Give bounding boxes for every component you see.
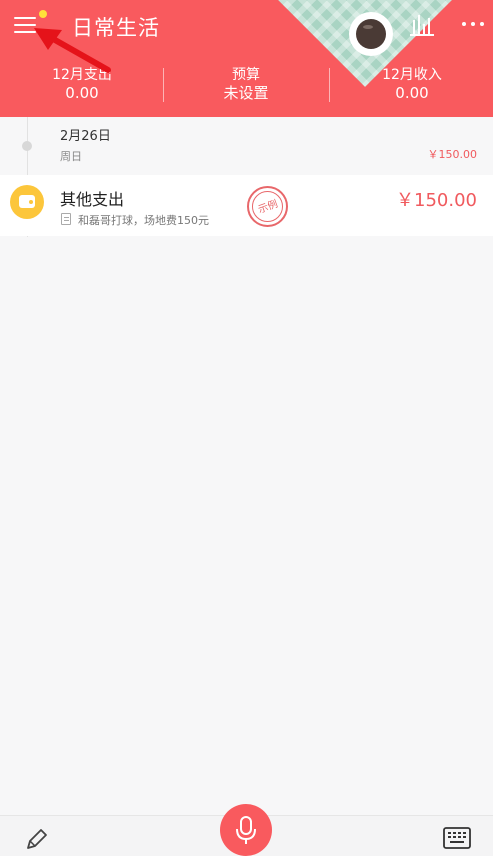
- budget-stat[interactable]: 预算 未设置: [164, 66, 328, 103]
- monthly-expense-value: 0.00: [65, 84, 99, 102]
- monthly-income-label: 12月收入: [382, 67, 442, 83]
- note-icon: [61, 213, 71, 225]
- monthly-income-stat[interactable]: 12月收入 0.00: [330, 66, 493, 103]
- chart-icon[interactable]: [410, 14, 434, 36]
- hamburger-menu-icon[interactable]: [14, 16, 36, 34]
- coffee-cup-fill: [356, 19, 386, 49]
- monthly-income-value: 0.00: [395, 84, 429, 102]
- monthly-expense-label: 12月支出: [52, 67, 112, 83]
- day-group-header: 2月26日 周日 ￥150.00: [0, 117, 493, 173]
- day-total: ￥150.00: [427, 148, 478, 161]
- day-weekday: 周日: [60, 150, 82, 163]
- pencil-icon[interactable]: [24, 826, 50, 852]
- entry-amount: ￥150.00: [396, 190, 477, 211]
- wallet-clasp: [29, 200, 33, 204]
- notification-dot: [39, 10, 47, 18]
- list-item[interactable]: 其他支出 和磊哥打球，场地费150元 示例 ￥150.00: [0, 175, 493, 236]
- coffee-cup-shine: [363, 25, 373, 29]
- more-options-icon[interactable]: [460, 22, 486, 28]
- keyboard-icon[interactable]: [443, 827, 471, 849]
- budget-label: 预算: [232, 67, 260, 83]
- header-bar: 日常生活 12月支出 0.00 预算 未设置 12月收入 0.00: [0, 0, 493, 117]
- page-title: 日常生活: [72, 16, 160, 40]
- entry-note: 和磊哥打球，场地费150元: [78, 214, 209, 227]
- budget-value: 未设置: [223, 84, 269, 102]
- day-date: 2月26日: [60, 129, 111, 144]
- monthly-expense-stat[interactable]: 12月支出 0.00: [0, 66, 164, 103]
- sample-stamp: 示例: [247, 186, 288, 227]
- microphone-icon[interactable]: [220, 804, 272, 856]
- category-name: 其他支出: [60, 190, 125, 209]
